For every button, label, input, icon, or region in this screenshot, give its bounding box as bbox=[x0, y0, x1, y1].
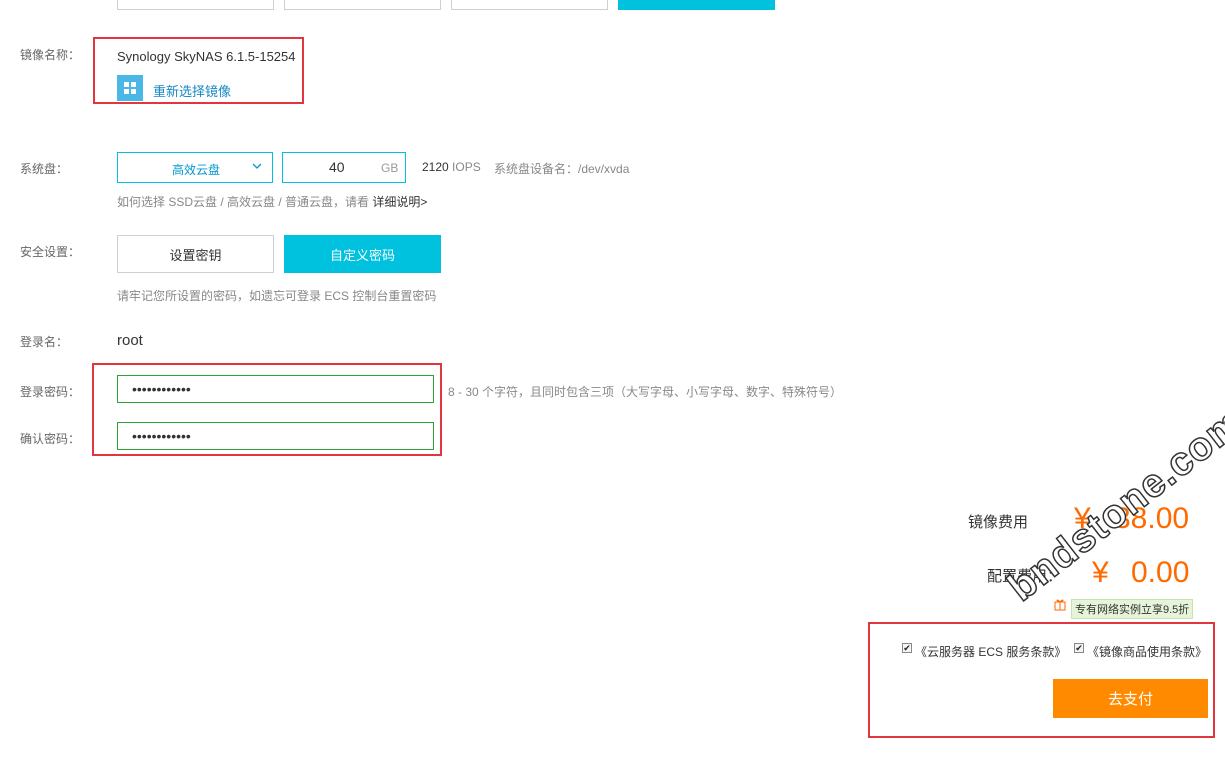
pay-button[interactable]: 去支付 bbox=[1053, 679, 1208, 718]
iops-info: 2120 IOPS bbox=[422, 160, 481, 174]
top-option-box-2[interactable] bbox=[284, 0, 441, 10]
disk-device-name: 系统盘设备名：/dev/xvda bbox=[494, 162, 630, 176]
image-name: Synology SkyNAS 6.1.5-15254 bbox=[117, 49, 296, 64]
password-label: 登录密码： bbox=[20, 385, 81, 399]
grid-icon[interactable] bbox=[117, 75, 143, 101]
disk-type-select[interactable]: 高效云盘 bbox=[117, 152, 273, 183]
confirm-password-label: 确认密码： bbox=[20, 432, 81, 446]
disk-size-unit: GB bbox=[381, 161, 399, 175]
login-name-label: 登录名： bbox=[20, 335, 69, 349]
confirm-password-value: •••••••••••• bbox=[132, 428, 191, 444]
disk-type-value: 高效云盘 bbox=[172, 163, 221, 177]
disk-hint: 如何选择 SSD云盘 / 高效云盘 / 普通云盘，请看 详细说明> bbox=[117, 193, 427, 210]
set-key-button[interactable]: 设置密钥 bbox=[117, 235, 274, 273]
password-value: •••••••••••• bbox=[132, 381, 191, 397]
promo-badge: 专有网络实例立享9.5折 bbox=[1071, 599, 1194, 619]
login-name-value: root bbox=[117, 332, 143, 349]
config-fee-amount: 0.00 bbox=[1131, 556, 1190, 589]
iops-value: 2120 bbox=[422, 160, 449, 174]
password-input[interactable]: •••••••••••• bbox=[117, 375, 434, 403]
password-hint: 8 - 30 个字符，且同时包含三项（大写字母、小写字母、数字、特殊符号） bbox=[448, 385, 843, 399]
ecs-terms-link[interactable]: 《云服务器 ECS 服务条款》 bbox=[915, 643, 1066, 660]
custom-password-button[interactable]: 自定义密码 bbox=[284, 235, 441, 273]
reselect-image-link[interactable]: 重新选择镜像 bbox=[153, 81, 231, 100]
iops-unit: IOPS bbox=[452, 160, 481, 174]
disk-hint-text: 如何选择 SSD云盘 / 高效云盘 / 普通云盘，请看 bbox=[117, 195, 370, 209]
system-disk-label: 系统盘： bbox=[20, 162, 69, 176]
gift-icon bbox=[1054, 598, 1066, 616]
ecs-terms-checkbox[interactable]: ✔ bbox=[902, 643, 912, 653]
disk-size-input[interactable]: 40 GB bbox=[282, 152, 406, 183]
image-terms-link[interactable]: 《镜像商品使用条款》 bbox=[1087, 643, 1207, 660]
watermark-text: bndstone.com bbox=[999, 399, 1225, 611]
confirm-password-input[interactable]: •••••••••••• bbox=[117, 422, 434, 450]
top-option-selected[interactable] bbox=[618, 0, 775, 10]
config-fee-currency: ¥ bbox=[1092, 556, 1109, 589]
chevron-down-icon bbox=[252, 159, 262, 176]
security-label: 安全设置： bbox=[20, 245, 81, 259]
image-terms-checkbox[interactable]: ✔ bbox=[1074, 643, 1084, 653]
top-option-box-3[interactable] bbox=[451, 0, 608, 10]
disk-size-value: 40 bbox=[329, 159, 345, 175]
top-option-box-1[interactable] bbox=[117, 0, 274, 10]
image-fee-label: 镜像费用 bbox=[968, 514, 1029, 531]
image-name-label: 镜像名称： bbox=[20, 48, 81, 62]
disk-detail-link[interactable]: 详细说明> bbox=[372, 195, 427, 209]
security-hint: 请牢记您所设置的密码，如遗忘可登录 ECS 控制台重置密码 bbox=[117, 289, 437, 303]
